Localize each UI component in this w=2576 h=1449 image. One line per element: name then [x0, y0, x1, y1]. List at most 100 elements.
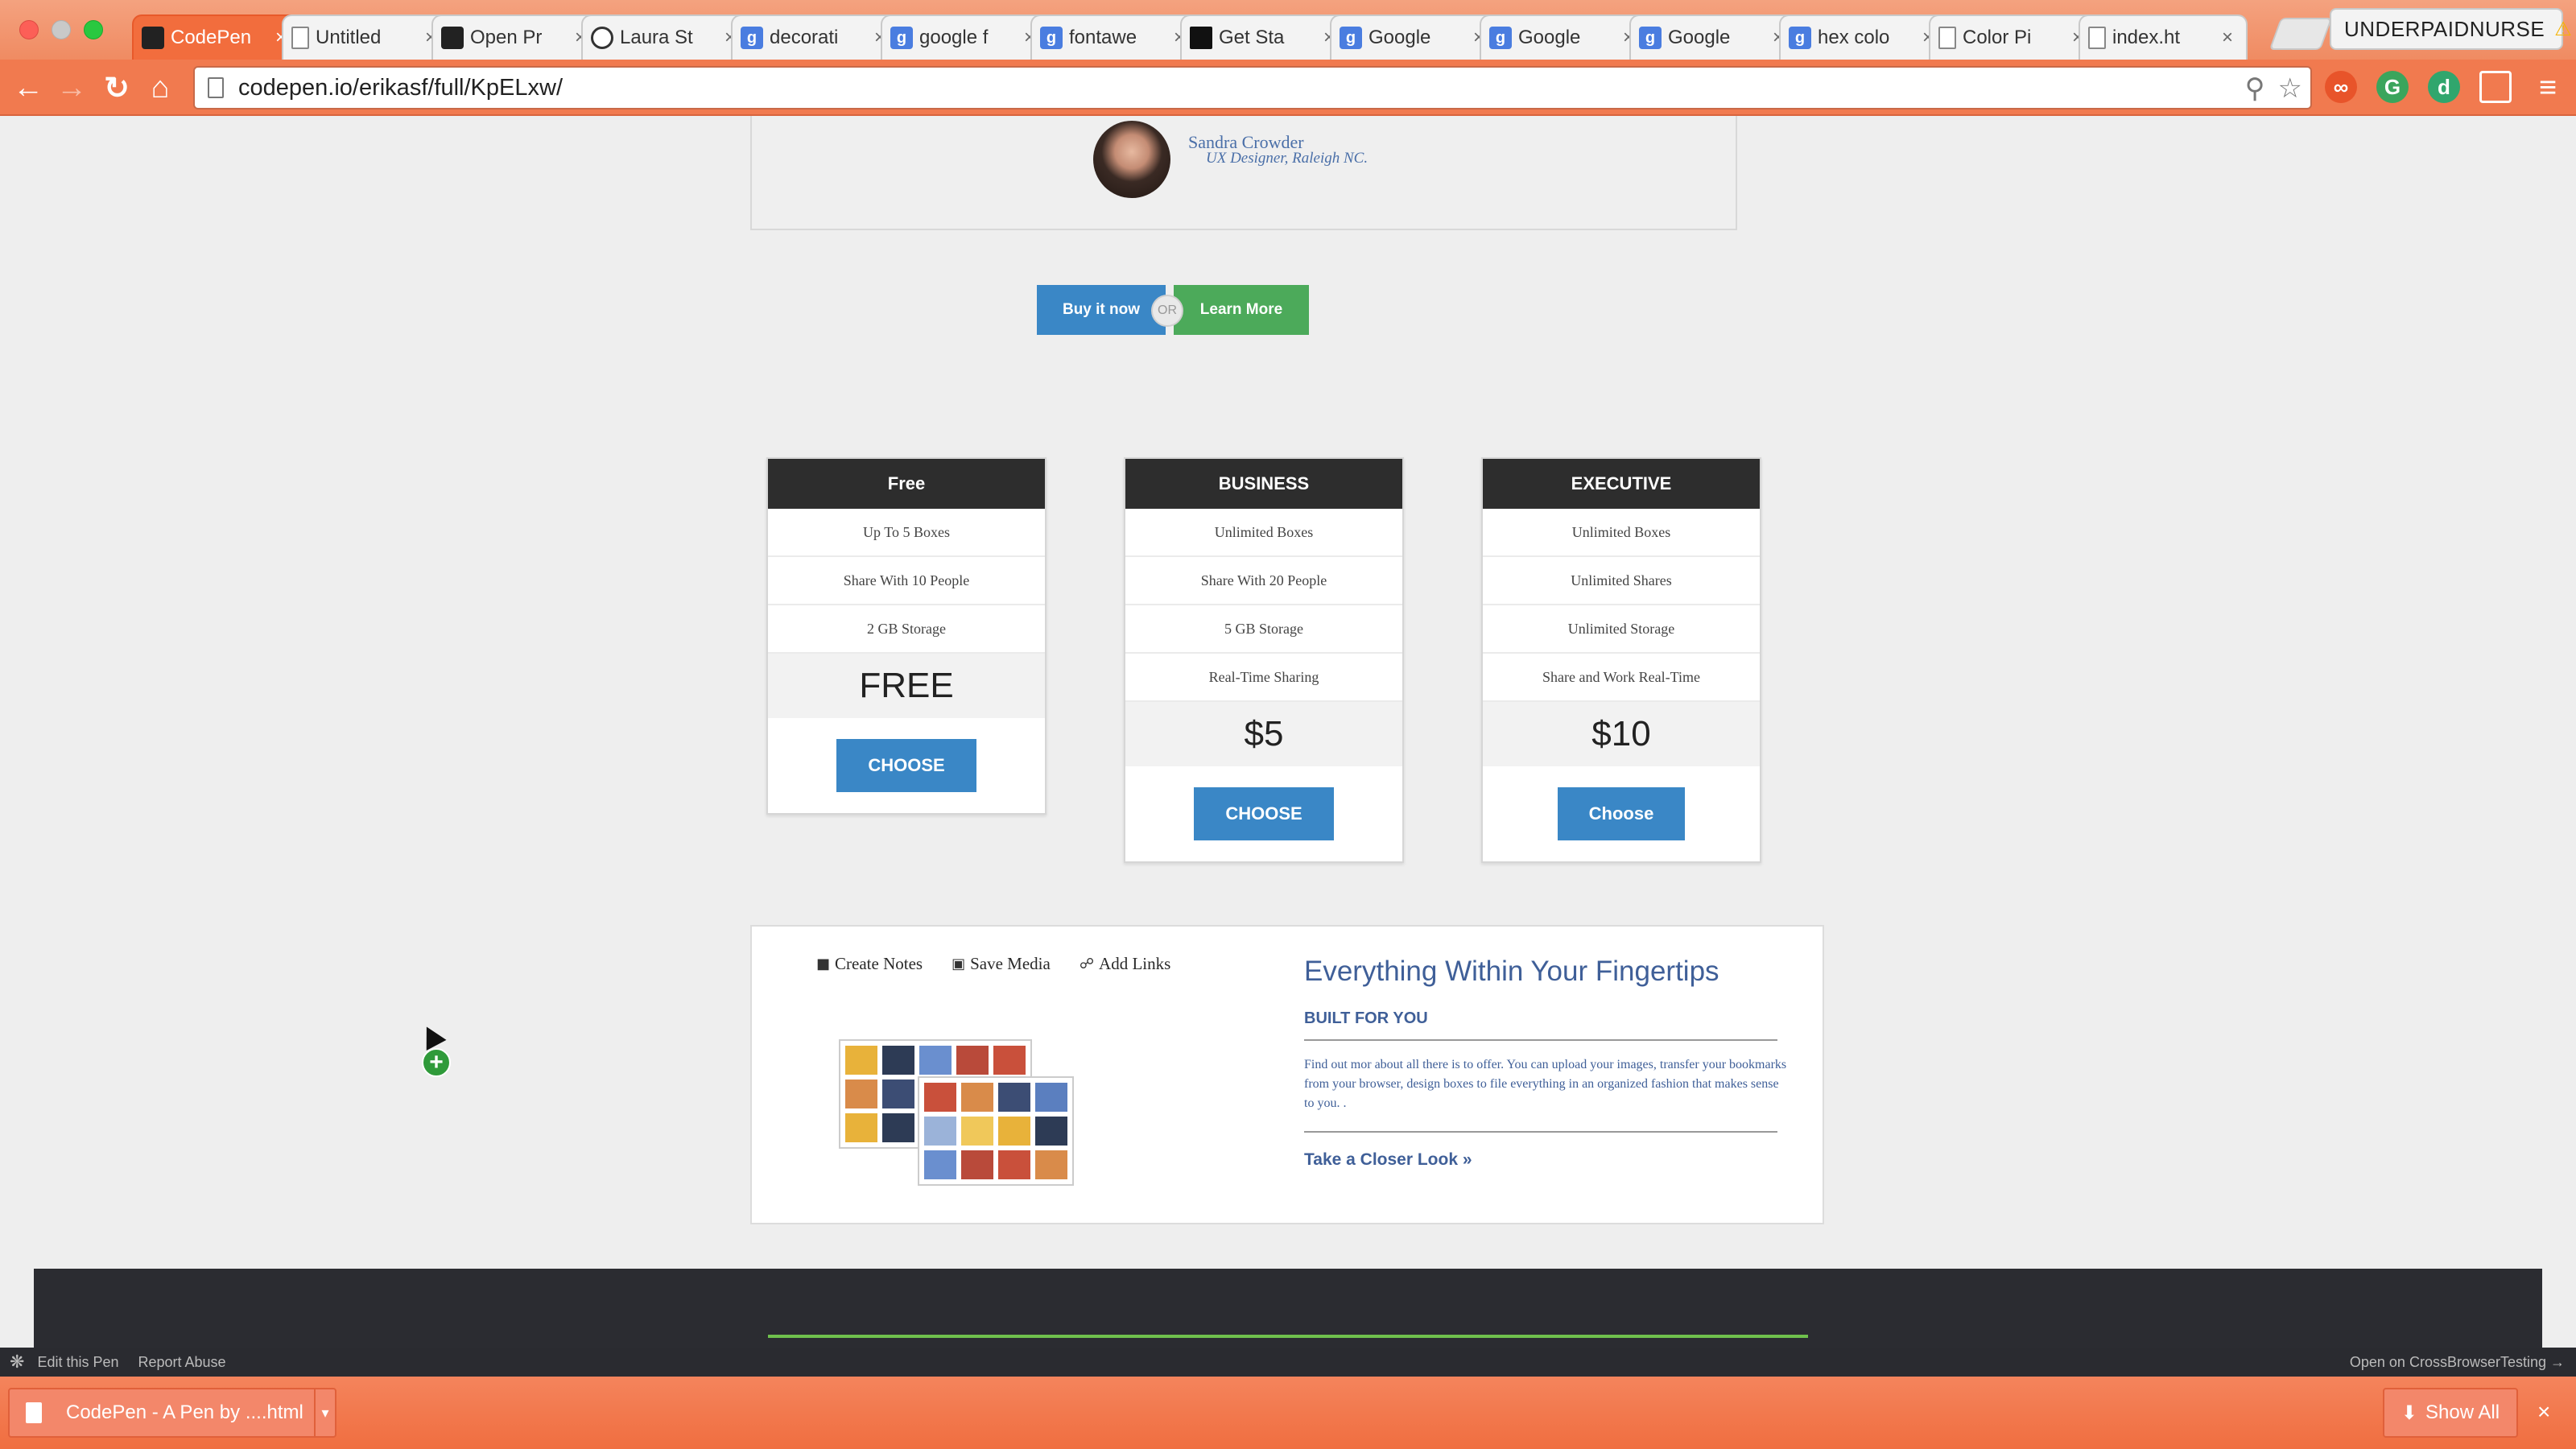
mail-icon — [1190, 27, 1212, 49]
cast-extension-icon[interactable] — [2479, 71, 2512, 103]
grammarly-extension-icon[interactable]: G — [2376, 71, 2409, 103]
photo-thumbnail — [961, 1083, 993, 1112]
plan-footer: CHOOSE — [768, 718, 1045, 813]
browser-tab[interactable]: index.ht × — [2079, 14, 2248, 60]
tab-label: Create Notes — [835, 954, 923, 973]
tab-create-notes[interactable]: ■ Create Notes — [816, 954, 923, 974]
search-icon[interactable]: ⚲ — [2245, 72, 2265, 105]
choose-business-button[interactable]: CHOOSE — [1194, 787, 1334, 840]
tab-title: Google — [1368, 27, 1431, 48]
mouse-cursor — [416, 1021, 447, 1051]
home-button[interactable]: ⌂ — [142, 69, 179, 106]
browser-tab[interactable]: Laura St × — [581, 14, 750, 60]
photo-thumbnail — [924, 1150, 956, 1179]
tab-strip: CodePen × Untitled × Open Pr × Laura St × g decor… — [0, 0, 2576, 60]
download-filename: CodePen - A Pen by ....html — [66, 1402, 303, 1423]
feature-tabs: ■ Create Notes ▣ Save Media ☍ Add Links — [816, 954, 1170, 974]
tab-close-icon[interactable]: × — [2217, 27, 2238, 49]
footer-accent-line — [768, 1335, 1808, 1338]
tab-title: decorati — [770, 27, 839, 48]
address-bar[interactable]: codepen.io/erikasf/full/KpELxw/ ⚲ ☆ — [193, 66, 2312, 109]
codepen-icon — [142, 27, 164, 49]
download-menu-caret[interactable]: ▾ — [314, 1389, 335, 1436]
stumbleupon-extension-icon[interactable]: ∞ — [2325, 71, 2357, 103]
photo-thumbnail — [961, 1117, 993, 1146]
dashlane-extension-icon[interactable]: d — [2428, 71, 2460, 103]
url-text[interactable]: codepen.io/erikasf/full/KpELxw/ — [238, 75, 563, 101]
photo-thumbnail — [998, 1150, 1030, 1179]
browser-toolbar: ← → ↻ ⌂ codepen.io/erikasf/full/KpELxw/ … — [0, 60, 2576, 116]
browser-menu-button[interactable]: ≡ — [2529, 69, 2566, 106]
reload-button[interactable]: ↻ — [98, 69, 135, 106]
media-gallery-image — [839, 1039, 1074, 1186]
browser-tab[interactable]: Untitled × — [282, 14, 451, 60]
download-item[interactable]: CodePen - A Pen by ....html ▾ — [8, 1388, 336, 1438]
photo-grid-front — [918, 1076, 1074, 1186]
doc-icon — [2088, 27, 2106, 49]
crossbrowsertesting-link[interactable]: Open on CrossBrowserTesting → — [2350, 1354, 2565, 1371]
tab-title: Google — [1668, 27, 1731, 48]
forward-button[interactable]: → — [53, 69, 90, 106]
profile-button[interactable]: UNDERPAIDNURSE ⚠ — [2330, 8, 2572, 50]
hamburger-menu-icon: ≡ — [2538, 70, 2557, 105]
close-downloads-icon[interactable]: × — [2537, 1399, 2550, 1425]
divider — [1304, 1131, 1777, 1133]
download-arrow-icon: ⬇ — [2401, 1402, 2418, 1424]
pricing-card-business: BUSINESS Unlimited Boxes Share With 20 P… — [1124, 457, 1404, 863]
browser-tab[interactable]: g Google × — [1480, 14, 1649, 60]
back-arrow-icon: ← — [13, 70, 43, 105]
tab-title: Google — [1518, 27, 1581, 48]
photo-thumbnail — [924, 1083, 956, 1112]
downloads-bar: CodePen - A Pen by ....html ▾ ⬇ Show All… — [0, 1377, 2576, 1449]
tab-list: CodePen × Untitled × Open Pr × Laura St × g decor… — [132, 14, 2297, 60]
browser-tab[interactable]: Get Sta × — [1180, 14, 1349, 60]
tab-title: Color Pi — [1963, 27, 2032, 48]
closer-look-link[interactable]: Take a Closer Look » — [1304, 1150, 1472, 1170]
testimonial-card: Sandra Crowder UX Designer, Raleigh NC. — [750, 116, 1737, 230]
doc-icon — [291, 27, 309, 49]
plan-feature: Unlimited Boxes — [1483, 509, 1760, 557]
show-all-downloads-button[interactable]: ⬇ Show All — [2383, 1388, 2518, 1438]
google-icon: g — [1340, 27, 1362, 49]
codepen-bar: ❋ Edit this Pen Report Abuse Open on Cro… — [0, 1348, 2576, 1377]
edit-pen-link[interactable]: Edit this Pen — [37, 1354, 118, 1371]
tab-title: CodePen — [171, 27, 252, 48]
tab-save-media[interactable]: ▣ Save Media — [952, 954, 1051, 974]
features-description: Find out mor about all there is to offer… — [1304, 1058, 1787, 1110]
google-icon: g — [890, 27, 913, 49]
browser-tab[interactable]: g google f × — [881, 14, 1050, 60]
plan-price: FREE — [768, 654, 1045, 718]
window-minimize-button[interactable] — [52, 20, 71, 39]
photo-thumbnail — [882, 1080, 914, 1108]
buy-now-button[interactable]: Buy it now — [1037, 285, 1166, 335]
window-maximize-button[interactable] — [84, 20, 103, 39]
back-button[interactable]: ← — [10, 69, 47, 106]
tab-add-links[interactable]: ☍ Add Links — [1080, 954, 1170, 974]
browser-tab[interactable]: CodePen × — [132, 14, 301, 60]
choose-executive-button[interactable]: Choose — [1558, 787, 1685, 840]
learn-more-button[interactable]: Learn More — [1174, 285, 1309, 335]
browser-tab[interactable]: g hex colo × — [1779, 14, 1948, 60]
google-icon: g — [1489, 27, 1512, 49]
bookmark-star-icon[interactable]: ☆ — [2278, 72, 2302, 105]
or-divider-badge: OR — [1151, 295, 1183, 327]
window-close-button[interactable] — [19, 20, 39, 39]
plan-feature: 2 GB Storage — [768, 605, 1045, 654]
browser-tab[interactable]: g Google × — [1629, 14, 1798, 60]
new-tab-button[interactable] — [2268, 18, 2333, 50]
browser-tab[interactable]: g fontawe × — [1030, 14, 1199, 60]
browser-tab[interactable]: g decorati × — [731, 14, 900, 60]
browser-tab[interactable]: g Google × — [1330, 14, 1499, 60]
doc-icon — [1938, 27, 1956, 49]
tab-title: index.ht — [2112, 27, 2181, 48]
tab-title: Get Sta — [1219, 27, 1285, 48]
photo-thumbnail — [1035, 1083, 1067, 1112]
plan-feature: Share With 10 People — [768, 557, 1045, 605]
browser-tab[interactable]: Color Pi × — [1929, 14, 2098, 60]
photo-thumbnail — [993, 1046, 1026, 1075]
photo-thumbnail — [998, 1083, 1030, 1112]
browser-tab[interactable]: Open Pr × — [431, 14, 601, 60]
choose-free-button[interactable]: CHOOSE — [836, 739, 976, 792]
omnibox-actions: ⚲ ☆ — [2245, 72, 2302, 105]
report-abuse-link[interactable]: Report Abuse — [138, 1354, 226, 1371]
